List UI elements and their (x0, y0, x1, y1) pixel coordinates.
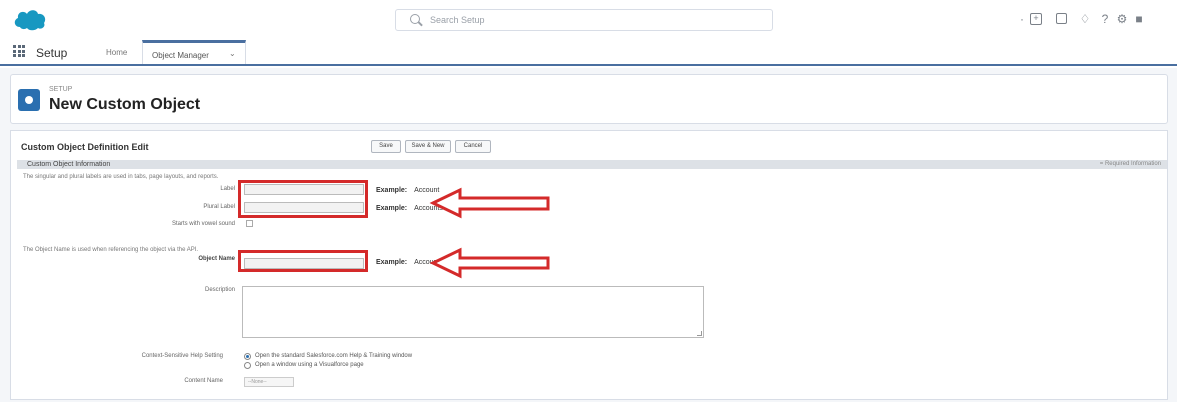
arrow-object-name (429, 247, 550, 279)
annotation-arrows (429, 187, 550, 279)
arrow-labels (429, 187, 550, 219)
